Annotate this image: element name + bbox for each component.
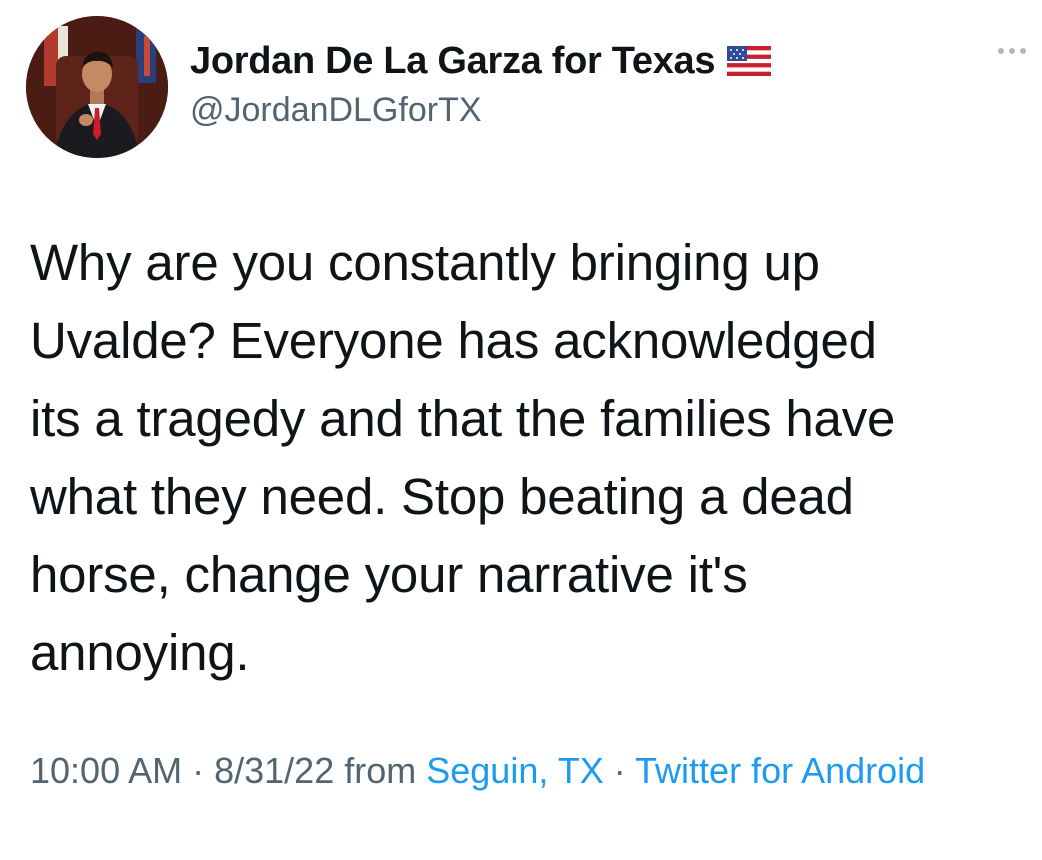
author-block: Jordan De La Garza for Texas @JordanDLGf… <box>190 38 772 132</box>
location-link[interactable]: Seguin, TX <box>426 750 603 791</box>
tweet-text: Why are you constantly bringing up Uvald… <box>30 234 896 681</box>
tweet-metadata: 10:00 AM · 8/31/22 from Seguin, TX · Twi… <box>30 742 1010 800</box>
separator: · <box>603 750 636 791</box>
us-flag-icon <box>727 46 772 76</box>
dot <box>1020 48 1026 54</box>
dot <box>1009 48 1015 54</box>
from-label: from <box>334 750 427 791</box>
more-options-icon[interactable] <box>998 48 1026 54</box>
dot <box>998 48 1004 54</box>
tweet-card: Jordan De La Garza for Texas @JordanDLGf… <box>0 0 1042 860</box>
client-link[interactable]: Twitter for Android <box>635 750 925 791</box>
tweet-date[interactable]: 8/31/22 <box>214 750 334 791</box>
avatar[interactable] <box>26 16 168 158</box>
separator: · <box>182 750 215 791</box>
handle[interactable]: @JordanDLGforTX <box>190 88 771 132</box>
display-name[interactable]: Jordan De La Garza for Texas <box>190 38 716 84</box>
display-name-row: Jordan De La Garza for Texas <box>190 38 772 84</box>
tweet-time[interactable]: 10:00 AM <box>30 750 182 791</box>
avatar-image <box>26 16 168 158</box>
